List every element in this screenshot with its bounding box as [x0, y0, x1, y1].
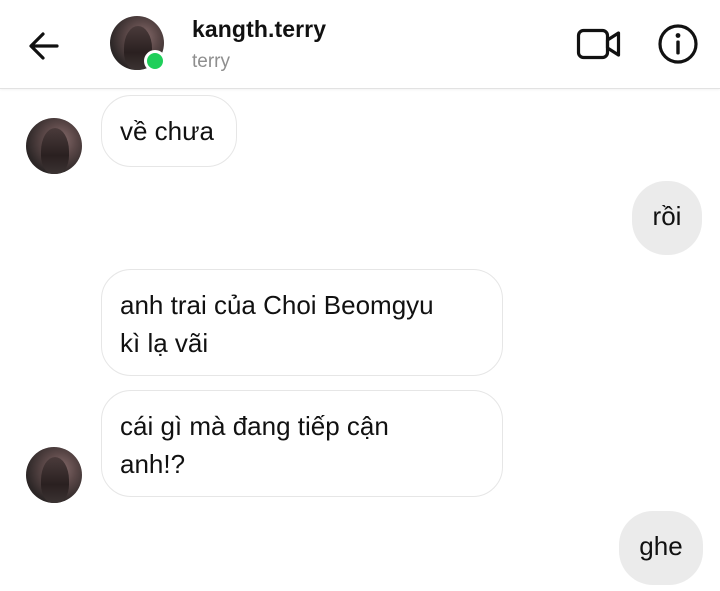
- message-bubble-incoming[interactable]: anh trai của Choi Beomgyu kì lạ vãi: [101, 269, 503, 376]
- contact-username[interactable]: kangth.terry: [192, 16, 326, 43]
- video-camera-icon: [576, 28, 621, 60]
- sender-avatar[interactable]: [26, 118, 82, 174]
- arrow-left-icon: [29, 32, 59, 60]
- info-icon: [658, 24, 698, 64]
- contact-avatar[interactable]: [110, 16, 166, 72]
- online-status-dot: [144, 50, 166, 72]
- video-call-button[interactable]: [574, 24, 624, 64]
- back-button[interactable]: [24, 26, 64, 66]
- sender-avatar[interactable]: [26, 447, 82, 503]
- chat-header: kangth.terry terry: [0, 0, 720, 89]
- message-bubble-outgoing[interactable]: ghe: [619, 511, 703, 585]
- avatar: [26, 118, 82, 174]
- message-bubble-incoming[interactable]: về chưa: [101, 95, 237, 167]
- info-button[interactable]: [654, 20, 702, 68]
- message-bubble-incoming[interactable]: cái gì mà đang tiếp cận anh!?: [101, 390, 503, 497]
- message-bubble-outgoing[interactable]: rồi: [632, 181, 702, 255]
- avatar: [26, 447, 82, 503]
- contact-name: terry: [192, 51, 230, 72]
